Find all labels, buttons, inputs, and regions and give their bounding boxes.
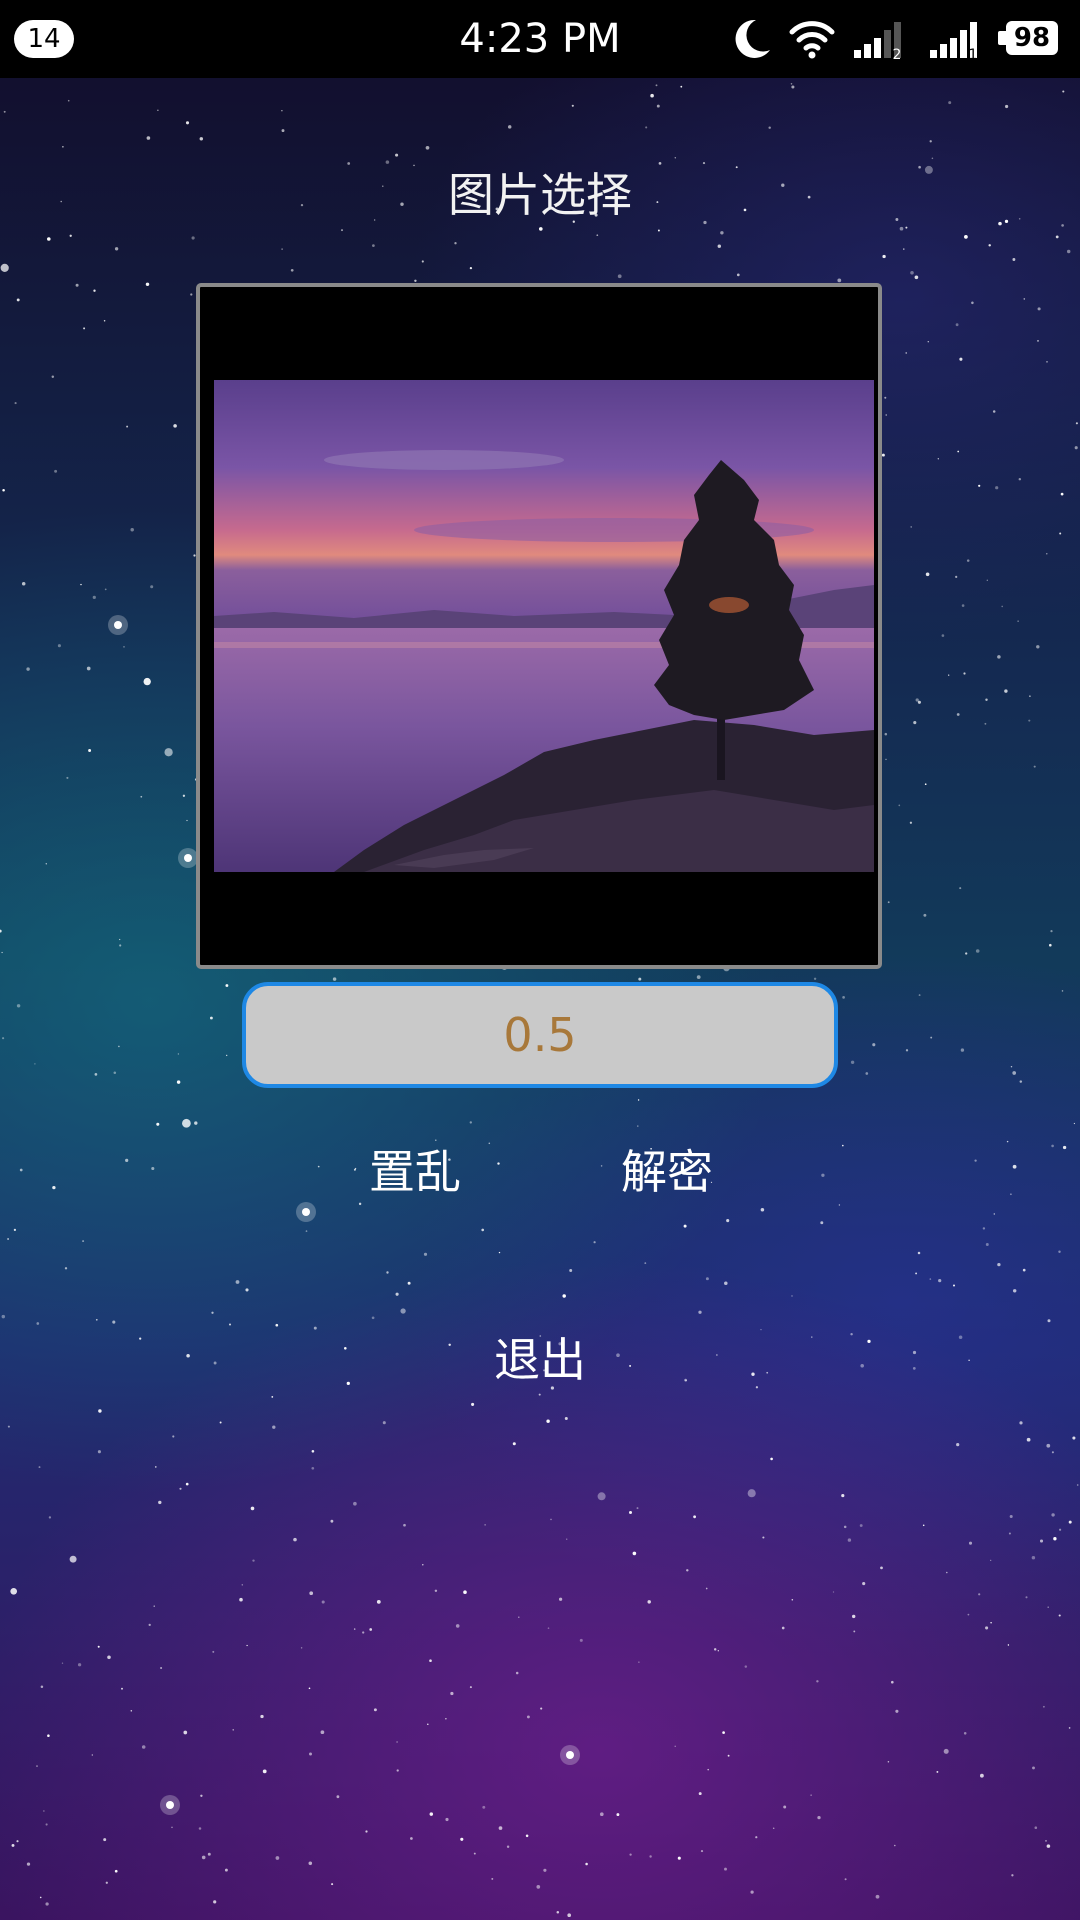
sim1-label: 1: [969, 47, 978, 62]
status-time: 4:23 PM: [459, 16, 621, 62]
signal-sim1-icon: 1: [930, 22, 978, 62]
sim2-label: 2: [893, 47, 902, 62]
scramble-ratio-input[interactable]: 0.5: [242, 982, 838, 1088]
decrypt-button[interactable]: 解密: [612, 1142, 722, 1202]
scramble-button[interactable]: 置乱: [360, 1142, 470, 1202]
exit-button[interactable]: 退出: [0, 1330, 1080, 1390]
status-bar: 14 4:23 PM 2 1 98: [0, 0, 1080, 78]
battery-tip: [998, 31, 1006, 45]
selected-photo[interactable]: [214, 380, 874, 872]
app-screen: 14 4:23 PM 2 1 98 图片选择 0.5 置乱 解密 退出: [0, 0, 1080, 1920]
image-picker-frame[interactable]: [196, 283, 882, 969]
signal-sim2-icon: 2: [854, 22, 902, 62]
page-title: 图片选择: [448, 168, 632, 222]
wifi-icon: [789, 21, 835, 59]
battery-icon: 98: [1006, 21, 1058, 55]
moon-icon: [735, 19, 770, 58]
